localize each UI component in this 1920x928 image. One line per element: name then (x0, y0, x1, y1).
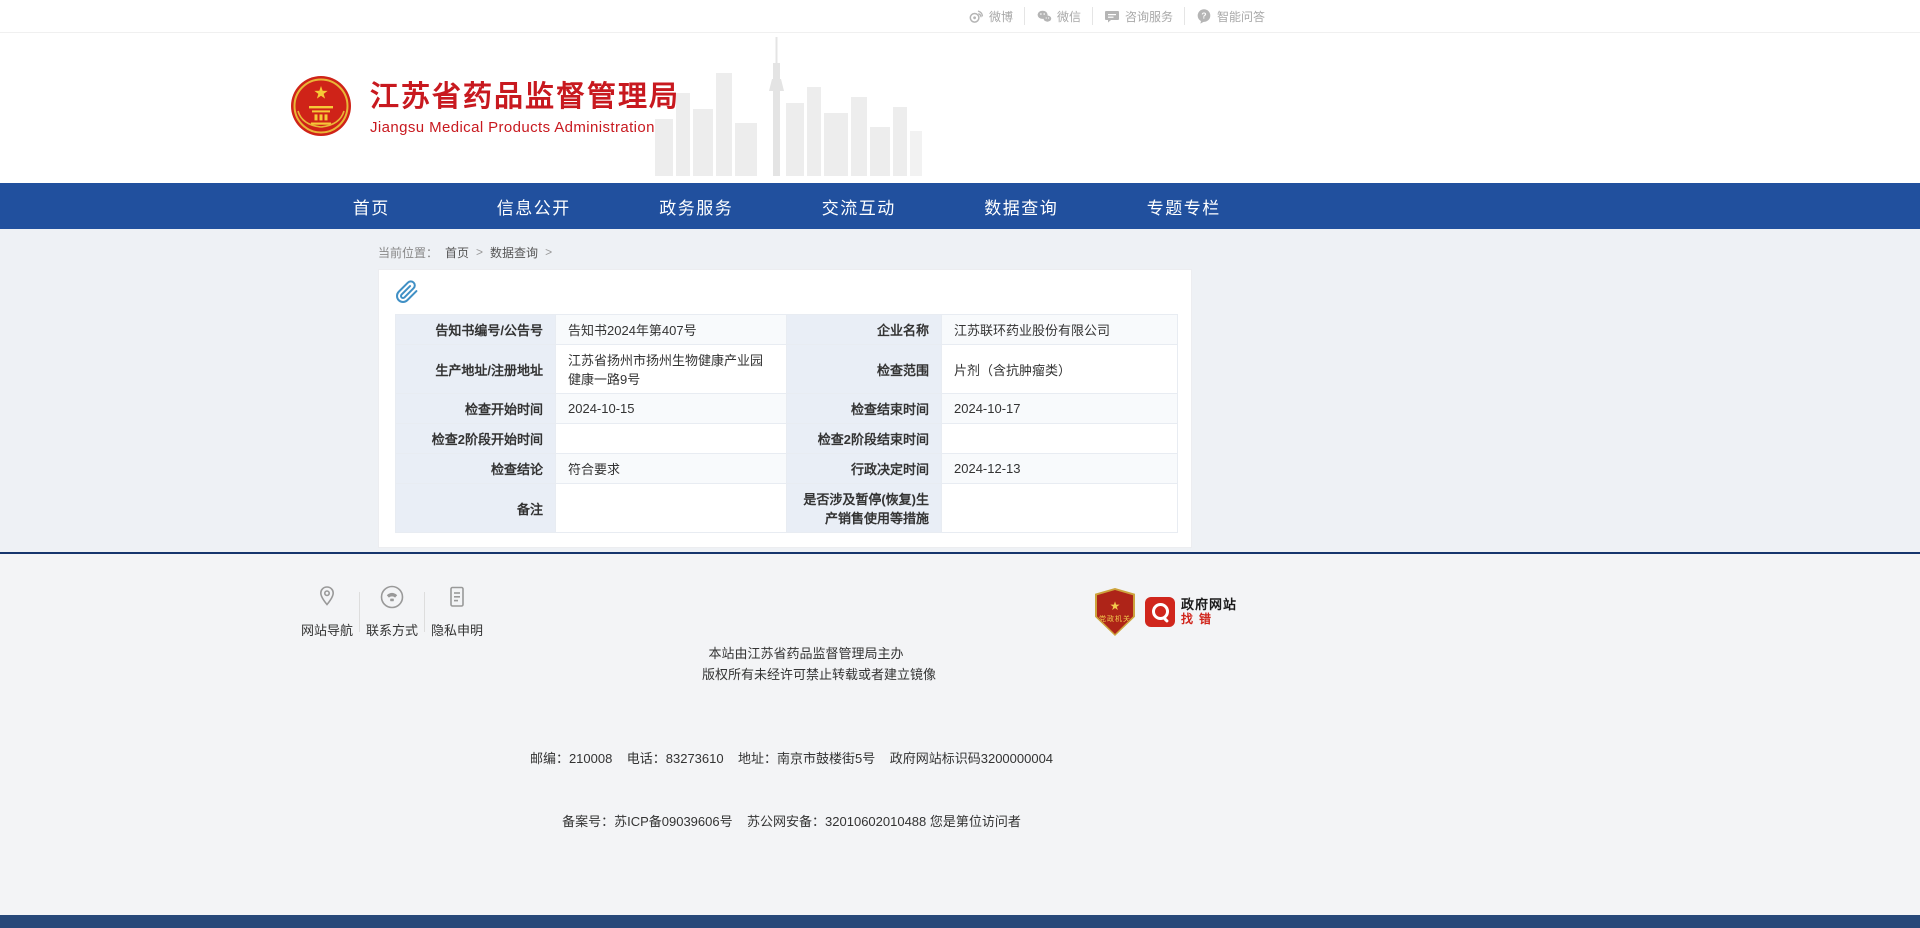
footer-link-label: 隐私申明 (431, 620, 483, 639)
main-nav: 首页 信息公开 政务服务 交流互动 数据查询 专题专栏 (0, 183, 1920, 229)
site-footer: 网站导航 联系方式 (0, 552, 1920, 915)
table-row: 检查开始时间 2024-10-15 检查结束时间 2024-10-17 (396, 394, 1178, 424)
top-utility-bar: 微博 微信 咨询服务 (0, 0, 1920, 33)
field-value: 告知书2024年第407号 (556, 315, 787, 345)
field-value: 2024-12-13 (942, 454, 1178, 484)
field-label: 检查结论 (396, 454, 556, 484)
footer-line-3: 备案号：苏ICP备09039606号 苏公网安备：32010602010488 … (488, 811, 1095, 832)
footer-host-text: 本站由江苏省药品监督管理局主办 (708, 646, 903, 661)
smart-qa-icon: ? (1196, 8, 1212, 24)
find-badge-title: 政府网站 (1181, 598, 1237, 613)
wechat-label: 微信 (1057, 8, 1081, 25)
wechat-link[interactable]: 微信 (1024, 7, 1092, 25)
field-label: 是否涉及暂停(恢复)生产销售使用等措施 (787, 484, 942, 533)
breadcrumb-link-home[interactable]: 首页 (445, 244, 469, 261)
consult-service-link[interactable]: 咨询服务 (1092, 7, 1184, 25)
content-area: 当前位置： 首页 > 数据查询 > 告知书编号/公告号 告知书2024年第407… (0, 229, 1920, 552)
weibo-icon (968, 8, 984, 24)
field-label: 检查2阶段开始时间 (396, 424, 556, 454)
field-label: 告知书编号/公告号 (396, 315, 556, 345)
field-label: 备注 (396, 484, 556, 533)
field-value: 2024-10-15 (556, 394, 787, 424)
field-value: 片剂（含抗肿瘤类） (942, 345, 1178, 394)
weibo-label: 微博 (989, 8, 1013, 25)
consult-service-icon (1104, 8, 1120, 24)
footer-links: 网站导航 联系方式 (296, 584, 488, 639)
bottom-accent-bar (0, 915, 1920, 928)
site-title: 江苏省药品监督管理局 (370, 81, 680, 114)
field-value (942, 484, 1178, 533)
footer-link-sitemap[interactable]: 网站导航 (296, 584, 358, 639)
nav-item-special-topics[interactable]: 专题专栏 (1103, 183, 1266, 229)
footer-line-2: 邮编：210008 电话：83273610 地址：南京市鼓楼街5号 政府网站标识… (488, 748, 1095, 769)
nav-item-home[interactable]: 首页 (290, 183, 453, 229)
site-header: 江苏省药品监督管理局 Jiangsu Medical Products Admi… (0, 33, 1920, 183)
table-row: 检查结论 符合要求 行政决定时间 2024-12-13 (396, 454, 1178, 484)
field-value (556, 484, 787, 533)
footer-copyright-text: 版权所有未经许可禁止转载或者建立镜像 (702, 667, 936, 682)
weibo-link[interactable]: 微博 (957, 7, 1024, 25)
field-value: 2024-10-17 (942, 394, 1178, 424)
nav-item-gov-services[interactable]: 政务服务 (615, 183, 778, 229)
svg-text:?: ? (1201, 10, 1206, 20)
footer-line-1: 本站由江苏省药品监督管理局主办 版权所有未经许可禁止转载或者建立镜像 (488, 622, 1095, 706)
breadcrumb-separator: > (545, 245, 552, 259)
footer-badges: ★ 党政机关 政府网站 找错 (1095, 588, 1237, 636)
field-value (942, 424, 1178, 454)
wechat-icon (1036, 8, 1052, 24)
party-gov-badge-label: 党政机关 (1099, 614, 1131, 624)
field-label: 企业名称 (787, 315, 942, 345)
nav-item-info-disclosure[interactable]: 信息公开 (453, 183, 616, 229)
site-logo[interactable]: 江苏省药品监督管理局 Jiangsu Medical Products Admi… (290, 75, 680, 142)
field-label: 检查开始时间 (396, 394, 556, 424)
breadcrumb-prefix: 当前位置： (378, 244, 438, 261)
field-label: 行政决定时间 (787, 454, 942, 484)
table-row: 备注 是否涉及暂停(恢复)生产销售使用等措施 (396, 484, 1178, 533)
national-emblem-icon (290, 75, 352, 142)
inspection-detail-card: 告知书编号/公告号 告知书2024年第407号 企业名称 江苏联环药业股份有限公… (378, 269, 1192, 548)
table-row: 生产地址/注册地址 江苏省扬州市扬州生物健康产业园健康一路9号 检查范围 片剂（… (396, 345, 1178, 394)
table-row: 告知书编号/公告号 告知书2024年第407号 企业名称 江苏联环药业股份有限公… (396, 315, 1178, 345)
breadcrumb: 当前位置： 首页 > 数据查询 > (378, 241, 1192, 263)
footer-text: 本站由江苏省药品监督管理局主办 版权所有未经许可禁止转载或者建立镜像 邮编：21… (488, 580, 1095, 874)
field-label: 检查范围 (787, 345, 942, 394)
city-skyline-decoration (655, 33, 925, 181)
field-label: 检查2阶段结束时间 (787, 424, 942, 454)
field-label: 检查结束时间 (787, 394, 942, 424)
find-badge-subtitle: 找错 (1181, 613, 1237, 627)
field-value (556, 424, 787, 454)
map-pin-icon (314, 584, 340, 613)
field-value: 江苏省扬州市扬州生物健康产业园健康一路9号 (556, 345, 787, 394)
consult-service-label: 咨询服务 (1125, 8, 1173, 25)
breadcrumb-link-data-query[interactable]: 数据查询 (490, 244, 538, 261)
party-gov-badge[interactable]: ★ 党政机关 (1095, 588, 1135, 636)
nav-item-interaction[interactable]: 交流互动 (778, 183, 941, 229)
smart-qa-link[interactable]: ? 智能问答 (1184, 7, 1265, 25)
inspection-detail-table: 告知书编号/公告号 告知书2024年第407号 企业名称 江苏联环药业股份有限公… (395, 314, 1178, 533)
field-value: 江苏联环药业股份有限公司 (942, 315, 1178, 345)
footer-divider (359, 592, 360, 632)
gov-site-error-report-badge[interactable]: 政府网站 找错 (1145, 597, 1237, 627)
footer-divider (424, 592, 425, 632)
field-value: 符合要求 (556, 454, 787, 484)
footer-link-label: 联系方式 (366, 620, 418, 639)
table-row: 检查2阶段开始时间 检查2阶段结束时间 (396, 424, 1178, 454)
footer-link-label: 网站导航 (301, 620, 353, 639)
nav-item-data-query[interactable]: 数据查询 (940, 183, 1103, 229)
magnifier-icon (1145, 597, 1175, 627)
site-subtitle: Jiangsu Medical Products Administration (370, 119, 680, 136)
badge-star-icon: ★ (1110, 600, 1121, 612)
breadcrumb-separator: > (476, 245, 483, 259)
footer-link-contact[interactable]: 联系方式 (361, 584, 423, 639)
document-icon (444, 584, 470, 613)
paperclip-icon (395, 280, 419, 309)
field-label: 生产地址/注册地址 (396, 345, 556, 394)
phone-icon (379, 584, 405, 613)
smart-qa-label: 智能问答 (1217, 8, 1265, 25)
footer-link-privacy[interactable]: 隐私申明 (426, 584, 488, 639)
